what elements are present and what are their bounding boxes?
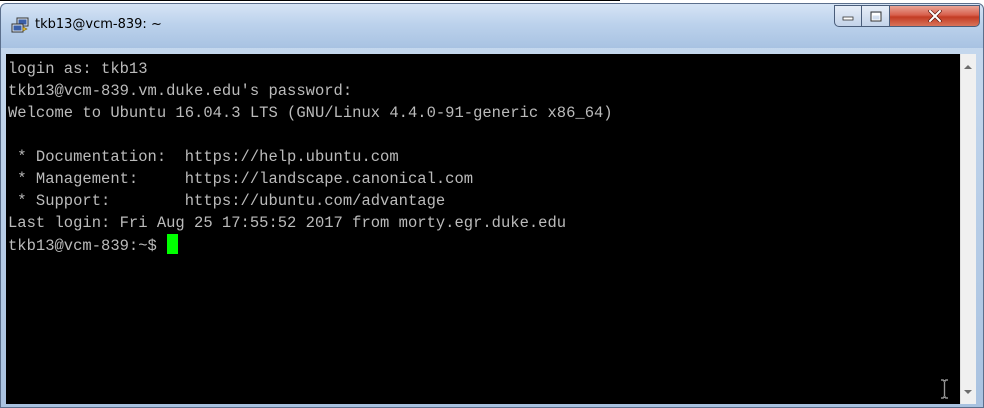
putty-icon[interactable] — [11, 17, 29, 33]
terminal-line: login as: tkb13 — [8, 60, 148, 78]
shell-prompt: tkb13@vcm-839:~$ — [8, 237, 167, 255]
terminal-line: * Support: https://ubuntu.com/advantage — [8, 192, 446, 210]
scroll-up-arrow-icon[interactable] — [964, 65, 972, 69]
close-button[interactable] — [890, 5, 980, 27]
title-bar[interactable]: tkb13@vcm-839: ~ — [1, 4, 983, 48]
text-cursor — [167, 234, 179, 254]
terminal-line: Welcome to Ubuntu 16.04.3 LTS (GNU/Linux… — [8, 104, 613, 122]
minimize-icon — [842, 16, 854, 21]
window-title: tkb13@vcm-839: ~ — [35, 17, 162, 32]
maximize-icon — [870, 11, 881, 21]
maximize-button[interactable] — [862, 5, 890, 27]
terminal-line: tkb13@vcm-839.vm.duke.edu's password: — [8, 82, 353, 100]
terminal-output[interactable]: login as: tkb13 tkb13@vcm-839.vm.duke.ed… — [6, 54, 960, 404]
terminal-window: tkb13@vcm-839: ~ login as: tkb13 tkb13@v… — [0, 3, 984, 408]
vertical-scrollbar[interactable] — [960, 54, 976, 404]
prompt-line[interactable]: tkb13@vcm-839:~$ — [8, 234, 960, 256]
window-controls — [834, 5, 981, 27]
scroll-down-arrow-icon[interactable] — [964, 390, 972, 394]
terminal-line: * Documentation: https://help.ubuntu.com — [8, 148, 399, 166]
terminal-client-area: login as: tkb13 tkb13@vcm-839.vm.duke.ed… — [6, 54, 976, 404]
minimize-button[interactable] — [834, 5, 862, 27]
terminal-line: * Management: https://landscape.canonica… — [8, 170, 474, 188]
text-ibeam-icon — [941, 379, 948, 399]
close-icon — [927, 10, 942, 22]
terminal-line: Last login: Fri Aug 25 17:55:52 2017 fro… — [8, 214, 567, 232]
